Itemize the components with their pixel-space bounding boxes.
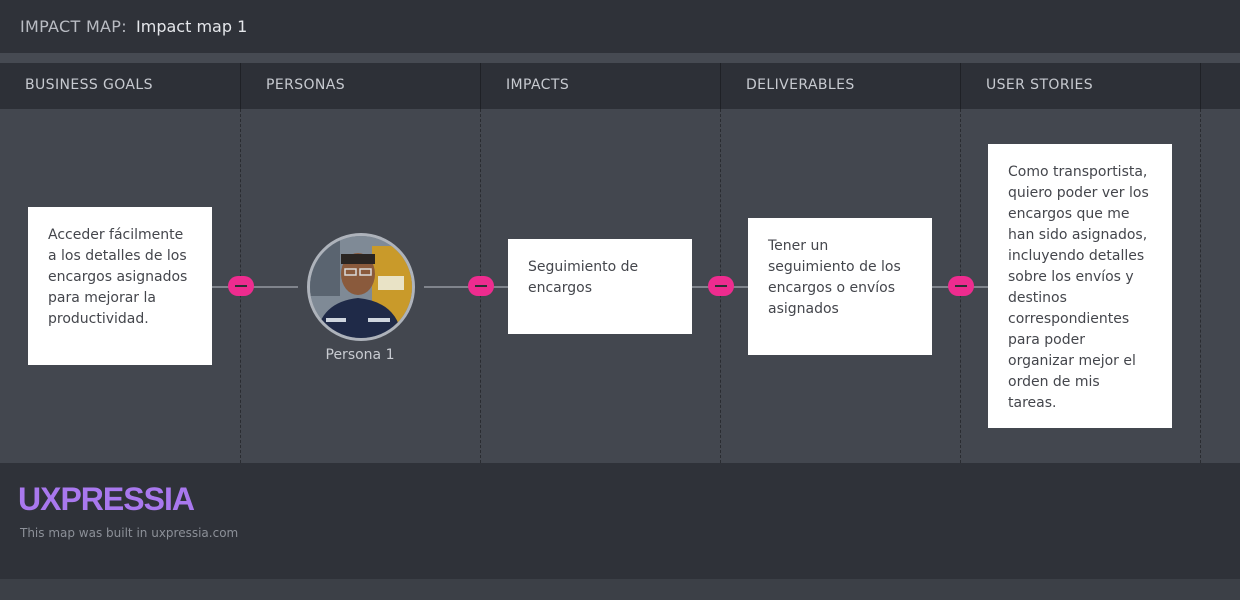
collapse-toggle-deliverable[interactable] <box>948 276 974 296</box>
persona-photo <box>310 236 412 338</box>
column-header-extra <box>1201 63 1240 109</box>
column-divider <box>1200 109 1201 463</box>
connector-persona-impact <box>424 286 508 288</box>
connector-goal-persona <box>212 286 298 288</box>
user-story-card[interactable]: Como transportista, quiero poder ver los… <box>988 144 1172 428</box>
business-goal-card[interactable]: Acceder fácilmente a los detalles de los… <box>28 207 212 365</box>
persona-avatar[interactable] <box>307 233 415 341</box>
persona-name[interactable]: Persona 1 <box>300 347 420 363</box>
map-title-label: IMPACT MAP: <box>20 17 127 36</box>
collapse-toggle-goal[interactable] <box>228 276 254 296</box>
collapse-toggle-persona[interactable] <box>468 276 494 296</box>
collapse-toggle-impact[interactable] <box>708 276 734 296</box>
map-canvas: Acceder fácilmente a los detalles de los… <box>0 109 1240 463</box>
uxpressia-logo[interactable]: UXPRESSIA <box>18 481 195 518</box>
footer: UXPRESSIA This map was built in uxpressi… <box>0 463 1240 579</box>
column-header-business-goals[interactable]: BUSINESS GOALS <box>0 63 241 109</box>
column-header-personas[interactable]: PERSONAS <box>241 63 481 109</box>
impact-card[interactable]: Seguimiento de encargos <box>508 239 692 334</box>
bottom-strip <box>0 579 1240 600</box>
deliverable-card[interactable]: Tener un seguimiento de los encargos o e… <box>748 218 932 355</box>
top-bar: IMPACT MAP: Impact map 1 <box>0 0 1240 53</box>
toolbar-spacer <box>0 53 1240 63</box>
column-header-deliverables[interactable]: DELIVERABLES <box>721 63 961 109</box>
map-name[interactable]: Impact map 1 <box>136 17 247 36</box>
footer-note: This map was built in uxpressia.com <box>20 526 239 540</box>
column-header-impacts[interactable]: IMPACTS <box>481 63 721 109</box>
map-title: IMPACT MAP: Impact map 1 <box>20 17 247 36</box>
column-header-row: BUSINESS GOALS PERSONAS IMPACTS DELIVERA… <box>0 63 1240 109</box>
column-header-user-stories[interactable]: USER STORIES <box>961 63 1201 109</box>
